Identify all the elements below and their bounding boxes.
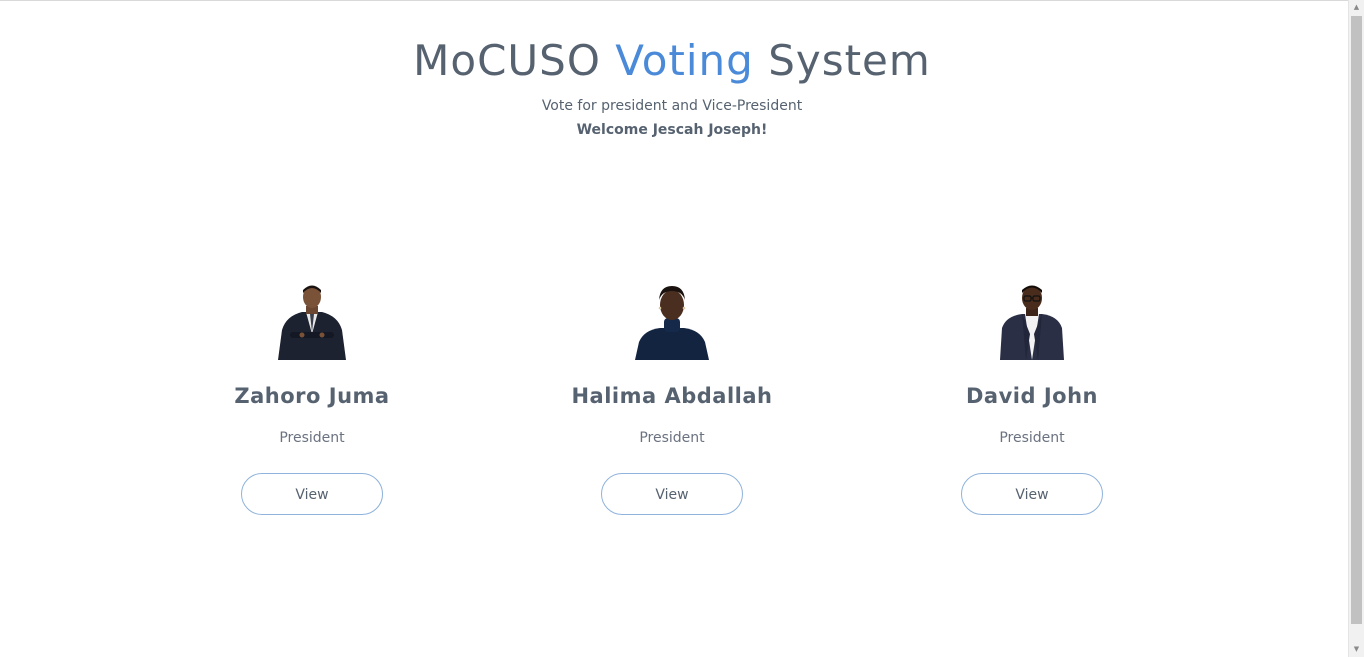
- page-title: MoCUSO Voting System: [0, 35, 1344, 87]
- title-part-1: MoCUSO: [413, 36, 616, 85]
- man-in-suit-photo: [278, 285, 346, 360]
- page-subtitle: Vote for president and Vice-President: [541, 98, 803, 114]
- candidate-role: President: [999, 430, 1065, 446]
- candidate-role: President: [279, 430, 345, 446]
- view-candidate-button[interactable]: View: [601, 473, 743, 515]
- page-header: MoCUSO Voting System Vote for president …: [0, 35, 1344, 139]
- candidate-card: Halima Abdallah President View: [542, 284, 802, 515]
- title-part-3: System: [753, 36, 931, 85]
- man-with-glasses-photo: [1000, 285, 1064, 360]
- candidate-card: Zahoro Juma President View: [182, 284, 442, 515]
- woman-in-turtleneck-photo: [635, 286, 709, 360]
- candidate-card: David John President View: [902, 284, 1162, 515]
- candidate-name: Halima Abdallah: [571, 384, 773, 408]
- candidate-name: David John: [966, 384, 1098, 408]
- view-candidate-button[interactable]: View: [961, 473, 1103, 515]
- scroll-down-arrow-icon[interactable]: ▼: [1349, 642, 1364, 657]
- page: MoCUSO Voting System Vote for president …: [0, 0, 1348, 657]
- vertical-scrollbar[interactable]: ▲ ▼: [1348, 0, 1364, 657]
- title-accent: Voting: [615, 36, 754, 85]
- candidate-name: Zahoro Juma: [234, 384, 390, 408]
- scroll-thumb[interactable]: [1351, 16, 1362, 624]
- view-candidate-button[interactable]: View: [241, 473, 383, 515]
- candidate-role: President: [639, 430, 705, 446]
- welcome-message: Welcome Jescah Joseph!: [576, 122, 768, 138]
- scroll-up-arrow-icon[interactable]: ▲: [1349, 0, 1364, 15]
